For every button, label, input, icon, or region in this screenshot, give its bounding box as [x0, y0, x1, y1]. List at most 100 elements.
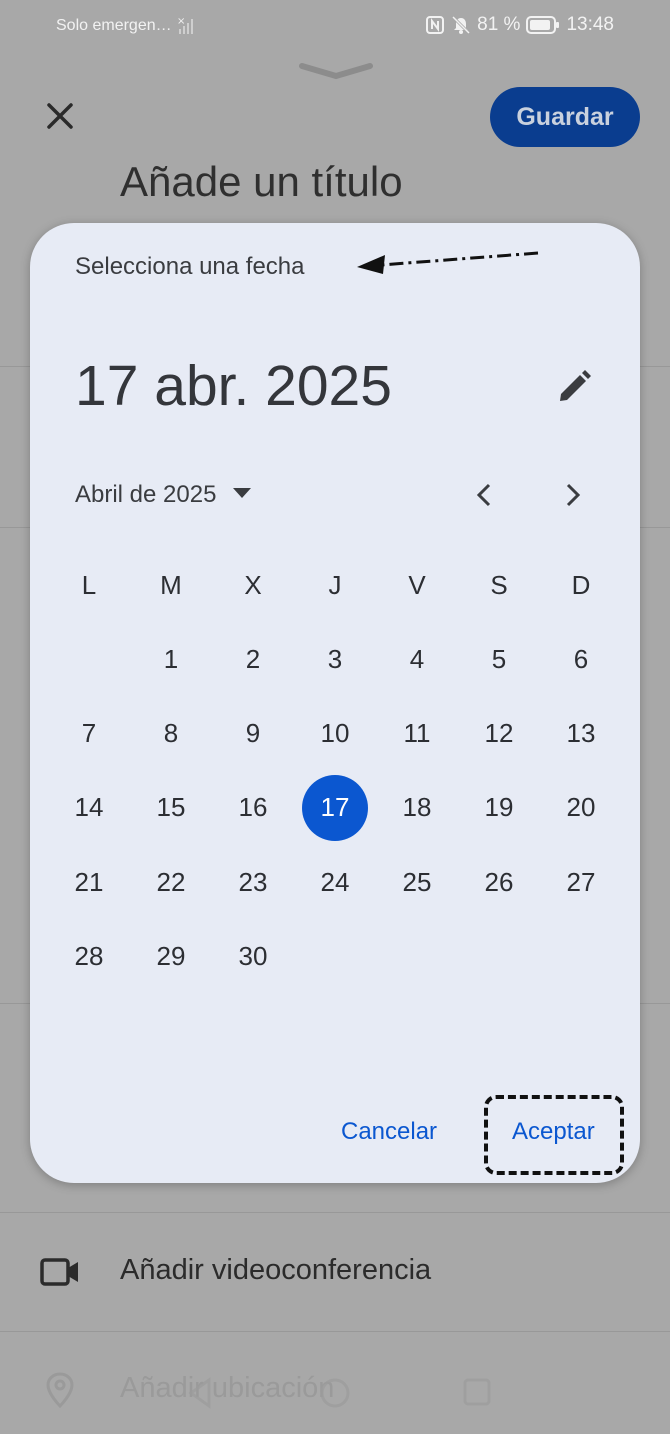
- battery-icon: [526, 15, 560, 35]
- divider: [0, 1331, 670, 1332]
- weekday-label: J: [328, 569, 342, 600]
- weekday-label: M: [160, 569, 182, 600]
- home-nav-icon[interactable]: [318, 1376, 352, 1415]
- empty-day-cell: [376, 920, 458, 994]
- day-number: 26: [484, 866, 514, 897]
- day-cell[interactable]: 22: [130, 845, 212, 919]
- day-cell[interactable]: 13: [540, 696, 622, 770]
- day-cell[interactable]: 25: [376, 845, 458, 919]
- day-number: 11: [403, 718, 431, 749]
- day-number: 17: [302, 774, 368, 841]
- day-cell[interactable]: 23: [212, 845, 294, 919]
- day-number: 5: [491, 643, 507, 674]
- save-button[interactable]: Guardar: [490, 87, 640, 147]
- edit-date-button[interactable]: [548, 363, 600, 415]
- event-title-input[interactable]: Añade un título: [120, 158, 403, 206]
- day-cell[interactable]: 19: [458, 771, 540, 845]
- calendar-week-row: 28 29 30: [48, 920, 622, 994]
- day-number: 19: [484, 792, 514, 823]
- day-number: 22: [156, 866, 186, 897]
- day-cell[interactable]: 26: [458, 845, 540, 919]
- day-cell[interactable]: 7: [48, 696, 130, 770]
- date-picker-dialog: Selecciona una fecha 17 abr. 2025 Abril …: [30, 223, 640, 1183]
- day-cell[interactable]: 10: [294, 696, 376, 770]
- chevron-left-icon: [476, 483, 492, 512]
- day-number: 30: [238, 941, 268, 972]
- month-year-selector[interactable]: Abril de 2025: [75, 481, 252, 509]
- dialog-heading: Selecciona una fecha: [75, 253, 305, 280]
- day-cell[interactable]: 27: [540, 845, 622, 919]
- weekday-header: L M X J V S D: [48, 548, 622, 622]
- day-cell[interactable]: 28: [48, 920, 130, 994]
- day-cell[interactable]: 11: [376, 696, 458, 770]
- carrier-text: Solo emergen…: [56, 17, 172, 34]
- add-videoconference-row[interactable]: Añadir videoconferencia: [0, 1232, 670, 1312]
- day-cell[interactable]: 9: [212, 696, 294, 770]
- day-number: 24: [320, 866, 350, 897]
- close-button[interactable]: [36, 94, 84, 142]
- nfc-icon: [425, 15, 445, 35]
- calendar-week-row: 21 22 23 24 25 26 27: [48, 845, 622, 919]
- day-cell[interactable]: 29: [130, 920, 212, 994]
- day-cell[interactable]: 16: [212, 771, 294, 845]
- dropdown-arrow-icon: [232, 486, 252, 504]
- day-cell[interactable]: 12: [458, 696, 540, 770]
- day-cell[interactable]: 2: [212, 622, 294, 696]
- day-number: 6: [573, 643, 589, 674]
- empty-day-cell: [458, 920, 540, 994]
- calendar-week-row: 7 8 9 10 11 12 13: [48, 696, 622, 770]
- recents-nav-icon[interactable]: [462, 1376, 492, 1413]
- no-signal-icon: ×: [176, 16, 198, 36]
- next-month-button[interactable]: [551, 475, 595, 519]
- status-bar: Solo emergen… × 81 % 13:48: [0, 0, 670, 52]
- cancel-button[interactable]: Cancelar: [335, 1117, 443, 1147]
- day-number: 25: [402, 866, 432, 897]
- day-number: 18: [402, 792, 432, 823]
- day-cell[interactable]: 6: [540, 622, 622, 696]
- day-number: 9: [245, 718, 261, 749]
- day-cell[interactable]: 30: [212, 920, 294, 994]
- weekday-label: X: [244, 569, 262, 600]
- weekday-label: D: [571, 569, 591, 600]
- status-left: Solo emergen… ×: [56, 16, 198, 36]
- calendar-grid: L M X J V S D 1 2 3 4 5 6 7 8 9 10 11 12 13 14 15 16 17 1…: [48, 548, 622, 994]
- add-videoconference-label: Añadir videoconferencia: [120, 1254, 432, 1286]
- calendar-weeks: 1 2 3 4 5 6 7 8 9 10 11 12 13 14 15 16 17 18 19 20 21 22 23 24 2…: [48, 622, 622, 994]
- day-number: 14: [74, 792, 104, 823]
- weekday-label: L: [81, 569, 97, 600]
- bell-off-icon: [451, 15, 471, 35]
- day-number: 23: [238, 866, 268, 897]
- day-cell[interactable]: 21: [48, 845, 130, 919]
- annotation-arrow-icon: [357, 251, 539, 274]
- day-cell[interactable]: 1: [130, 622, 212, 696]
- day-cell[interactable]: 24: [294, 845, 376, 919]
- close-icon: [45, 101, 75, 136]
- day-number: 8: [163, 718, 179, 749]
- empty-day-cell: [540, 920, 622, 994]
- selected-day-cell[interactable]: 17: [294, 771, 376, 845]
- day-cell[interactable]: 5: [458, 622, 540, 696]
- day-number: 28: [74, 941, 104, 972]
- calendar-week-row: 1 2 3 4 5 6: [48, 622, 622, 696]
- day-number: 13: [566, 718, 596, 749]
- day-cell[interactable]: 15: [130, 771, 212, 845]
- clock: 13:48: [566, 14, 614, 35]
- day-number: 15: [156, 792, 186, 823]
- day-cell[interactable]: 18: [376, 771, 458, 845]
- divider: [0, 1212, 670, 1213]
- day-cell[interactable]: 3: [294, 622, 376, 696]
- previous-month-button[interactable]: [462, 475, 506, 519]
- pencil-icon: [556, 369, 592, 410]
- day-cell[interactable]: 8: [130, 696, 212, 770]
- day-cell[interactable]: 20: [540, 771, 622, 845]
- day-number: 20: [566, 792, 596, 823]
- battery-percent: 81 %: [477, 14, 521, 35]
- accept-button[interactable]: Aceptar: [506, 1117, 601, 1147]
- day-cell[interactable]: 4: [376, 622, 458, 696]
- day-number: 21: [74, 866, 104, 897]
- day-number: 4: [409, 643, 425, 674]
- day-number: 3: [327, 643, 343, 674]
- video-camera-icon: [40, 1254, 80, 1290]
- back-nav-icon[interactable]: [185, 1376, 215, 1415]
- day-cell[interactable]: 14: [48, 771, 130, 845]
